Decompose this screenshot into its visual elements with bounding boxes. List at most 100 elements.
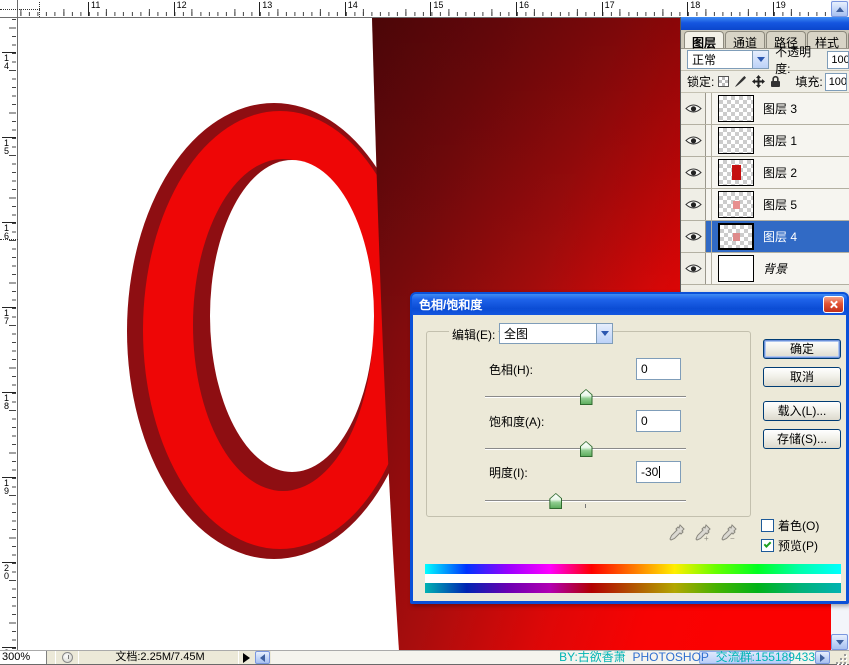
hue-input[interactable]: 0	[636, 358, 681, 380]
layer-name[interactable]: 图层 2	[763, 164, 797, 181]
ok-button[interactable]: 确定	[763, 339, 841, 359]
layer-row[interactable]: 图层 3	[681, 93, 849, 125]
blend-mode-select[interactable]: 正常	[687, 50, 769, 69]
hue-slider[interactable]	[485, 388, 686, 406]
layers-list: 图层 3 图层 1 图层 2 图层 5	[681, 93, 849, 285]
lock-position-move-icon[interactable]	[752, 75, 765, 88]
layers-panel-titlebar[interactable]	[681, 17, 849, 30]
timer-icon	[62, 652, 73, 663]
visibility-toggle[interactable]	[681, 125, 706, 156]
lightness-slider[interactable]	[485, 492, 686, 510]
scroll-up-button[interactable]	[831, 1, 848, 17]
preview-checkbox[interactable]	[761, 539, 774, 552]
layer-row[interactable]: 图层 5	[681, 189, 849, 221]
ruler-left[interactable]: 1 41 51 61 71 81 92 02 1	[0, 18, 18, 650]
save-button[interactable]: 存储(S)...	[763, 429, 841, 449]
eye-icon	[685, 231, 702, 242]
slider-center-tick	[585, 504, 586, 508]
eyedropper-minus-icon[interactable]: −	[721, 523, 738, 542]
zoom-level-field[interactable]: 300%	[0, 651, 47, 664]
scroll-down-button[interactable]	[831, 634, 848, 650]
cursor-marker-left-ruler	[0, 239, 18, 240]
layer-name[interactable]: 图层 1	[763, 132, 797, 149]
layer-row[interactable]: 图层 2	[681, 157, 849, 189]
edit-groupbox	[426, 331, 751, 517]
cursor-marker-horizontal	[0, 9, 40, 10]
visibility-toggle[interactable]	[681, 189, 706, 220]
lock-transparency-icon[interactable]	[718, 76, 729, 87]
layer-thumbnail[interactable]	[718, 127, 754, 154]
layer-name[interactable]: 图层 5	[763, 196, 797, 213]
blend-mode-value: 正常	[688, 51, 752, 68]
visibility-toggle[interactable]	[681, 221, 706, 252]
checkmark-icon	[764, 540, 772, 548]
edit-channel-select[interactable]: 全图	[499, 323, 613, 344]
visibility-toggle[interactable]	[681, 253, 706, 284]
layer-thumbnail[interactable]	[718, 95, 754, 122]
dialog-titlebar[interactable]: 色相/饱和度	[412, 294, 847, 315]
watermark-text: BY:古欲香萧 PHOTOSHOP 交流群:155189433	[450, 651, 815, 664]
layer-row[interactable]: 背景	[681, 253, 849, 285]
mug-handle-hole	[210, 160, 374, 472]
preview-checkbox-row[interactable]: 预览(P)	[761, 537, 818, 554]
chevron-down-icon[interactable]	[752, 51, 768, 68]
arrow-down-icon	[836, 640, 844, 645]
saturation-slider-thumb[interactable]	[580, 441, 593, 457]
opacity-label: 不透明度:	[775, 43, 825, 77]
colorize-checkbox[interactable]	[761, 519, 774, 532]
layer-name[interactable]: 背景	[763, 260, 787, 277]
close-icon	[829, 300, 838, 309]
lightness-label: 明度(I):	[489, 464, 528, 481]
lock-label: 锁定:	[687, 73, 714, 90]
opacity-input[interactable]: 100	[827, 51, 849, 69]
hscroll-left-button[interactable]	[255, 651, 270, 664]
hue-label: 色相(H):	[489, 361, 533, 378]
watermark-app: PHOTOSHOP	[632, 651, 708, 664]
layer-thumbnail[interactable]	[718, 255, 754, 282]
layer-thumbnail[interactable]	[718, 191, 754, 218]
hue-ramp-original	[425, 564, 841, 574]
eyedropper-plus-icon[interactable]: +	[695, 523, 712, 542]
lock-paint-brush-icon[interactable]	[734, 75, 747, 88]
dialog-title: 色相/饱和度	[419, 296, 482, 313]
svg-text:+: +	[704, 534, 709, 542]
lightness-slider-thumb[interactable]	[549, 493, 562, 509]
hue-saturation-dialog: 色相/饱和度 编辑(E): 全图 色相(H): 0 饱和度(A): 0 明度(I…	[410, 292, 849, 604]
arrow-right-icon	[820, 654, 825, 662]
lock-all-icon[interactable]	[770, 75, 781, 88]
cancel-button[interactable]: 取消	[763, 367, 841, 387]
saturation-slider[interactable]	[485, 440, 686, 458]
tab-layers[interactable]: 图层	[684, 31, 724, 48]
fill-input[interactable]: 100	[825, 73, 847, 91]
layer-thumbnail[interactable]	[718, 223, 754, 250]
load-button[interactable]: 载入(L)...	[763, 401, 841, 421]
saturation-input[interactable]: 0	[636, 410, 681, 432]
visibility-toggle[interactable]	[681, 157, 706, 188]
layer-row[interactable]: 图层 1	[681, 125, 849, 157]
resize-grip[interactable]	[836, 654, 846, 664]
layer-name[interactable]: 图层 3	[763, 100, 797, 117]
tab-channels[interactable]: 通道	[725, 31, 765, 48]
eyedropper-icon[interactable]	[669, 523, 686, 542]
layers-panel: 图层 通道 路径 样式 色 正常 不透明度: 100 锁定: 填充: 100	[680, 17, 849, 293]
visibility-toggle[interactable]	[681, 93, 706, 124]
hscroll-right-button[interactable]	[815, 651, 830, 664]
layer-thumbnail[interactable]	[718, 159, 754, 186]
eye-icon	[685, 103, 702, 114]
svg-text:−: −	[730, 534, 735, 542]
close-button[interactable]	[823, 296, 844, 313]
layer-name[interactable]: 图层 4	[763, 228, 797, 245]
hue-slider-thumb[interactable]	[580, 389, 593, 405]
edit-label: 编辑(E):	[449, 326, 498, 343]
text-caret	[659, 466, 660, 478]
eye-icon	[685, 135, 702, 146]
layer-row-selected[interactable]: 图层 4	[681, 221, 849, 253]
preview-label: 预览(P)	[778, 537, 818, 554]
colorize-checkbox-row[interactable]: 着色(O)	[761, 517, 819, 534]
lightness-input[interactable]: -30	[636, 461, 681, 483]
watermark-group: 交流群:155189433	[716, 651, 815, 664]
status-popup-arrow[interactable]	[243, 653, 250, 663]
chevron-down-icon[interactable]	[596, 324, 612, 343]
ruler-top[interactable]: 111213141516171819	[18, 0, 831, 18]
eye-icon	[685, 263, 702, 274]
